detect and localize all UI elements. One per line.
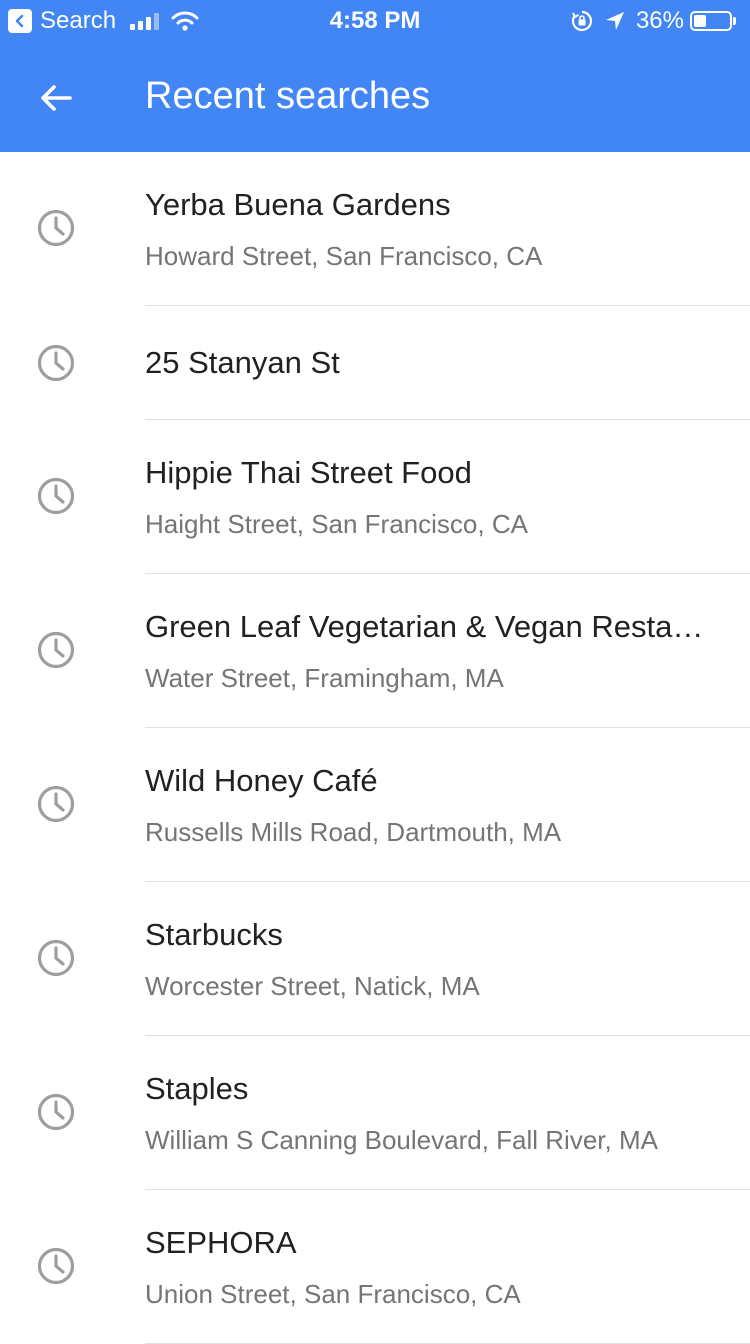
list-item[interactable]: Green Leaf Vegetarian & Vegan Restaurant… (0, 574, 750, 728)
battery-tip (733, 17, 736, 25)
orientation-lock-icon (571, 10, 593, 32)
arrow-left-icon[interactable] (36, 78, 76, 118)
search-subtitle: William S Canning Boulevard, Fall River,… (145, 1125, 658, 1155)
search-subtitle: Water Street, Framingham, MA (145, 663, 504, 693)
search-subtitle: Union Street, San Francisco, CA (145, 1279, 521, 1309)
battery-percent: 36% (635, 7, 684, 34)
status-right: 36% (570, 6, 736, 36)
battery-icon (690, 11, 732, 31)
clock-icon (36, 343, 76, 383)
battery-fill (694, 15, 706, 27)
clock-icon (36, 938, 76, 978)
clock-icon (36, 630, 76, 670)
clock-icon (36, 784, 76, 824)
search-title: Wild Honey Café (145, 763, 378, 798)
page-title: Recent searches (145, 75, 431, 117)
list-item[interactable]: Yerba Buena Gardens Howard Street, San Fr… (0, 152, 750, 306)
search-title: Green Leaf Vegetarian & Vegan Restaurant (145, 609, 720, 644)
clock-icon (36, 1246, 76, 1286)
location-arrow-icon (605, 12, 624, 30)
clock-icon (36, 1092, 76, 1132)
app-bar: Search 4:58 PM 36% Recent searches (0, 0, 750, 152)
clock-icon (36, 208, 76, 248)
search-title: Staples (145, 1071, 249, 1106)
list-item[interactable]: SEPHORA Union Street, San Francisco, CA (0, 1190, 750, 1344)
search-subtitle: Haight Street, San Francisco, CA (145, 509, 528, 539)
search-subtitle: Worcester Street, Natick, MA (145, 971, 480, 1001)
list-item[interactable]: Hippie Thai Street Food Haight Street, Sa… (0, 420, 750, 574)
search-title: Yerba Buena Gardens (145, 187, 451, 222)
list-item[interactable]: Starbucks Worcester Street, Natick, MA (0, 882, 750, 1036)
search-title: Hippie Thai Street Food (145, 455, 472, 490)
search-title: 25 Stanyan St (145, 345, 340, 380)
clock-icon (36, 476, 76, 516)
search-title: SEPHORA (145, 1225, 297, 1260)
search-subtitle: Howard Street, San Francisco, CA (145, 241, 543, 271)
list-item[interactable]: Staples William S Canning Boulevard, Fall… (0, 1036, 750, 1190)
status-bar: Search 4:58 PM 36% (0, 0, 750, 40)
list-item[interactable]: Wild Honey Café Russells Mills Road, Dart… (0, 728, 750, 882)
list-item[interactable]: 25 Stanyan St (0, 306, 750, 420)
search-subtitle: Russells Mills Road, Dartmouth, MA (145, 817, 562, 847)
search-title: Starbucks (145, 917, 283, 952)
recent-searches-list: Yerba Buena Gardens Howard Street, San Fr… (0, 152, 750, 1344)
